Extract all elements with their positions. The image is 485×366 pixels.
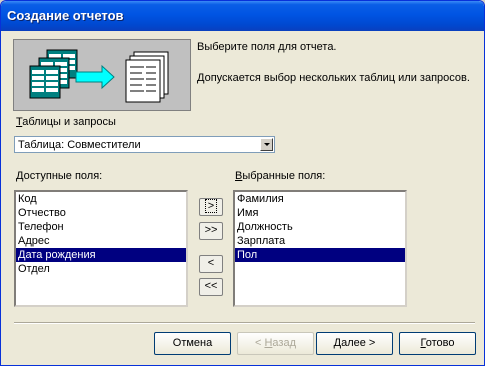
footer-separator: [14, 322, 475, 324]
intro-text-1: Выберите поля для отчета.: [197, 41, 337, 53]
add-field-button[interactable]: >: [199, 198, 223, 216]
list-item[interactable]: Фамилия: [235, 192, 405, 206]
source-combobox[interactable]: Таблица: Совместители: [14, 136, 275, 153]
intro-text-2: Допускается выбор нескольких таблиц или …: [197, 72, 470, 84]
source-combobox-value: Таблица: Совместители: [18, 139, 141, 151]
source-label: Таблицы и запросы: [16, 116, 116, 128]
wizard-body: Выберите поля для отчета. Допускается вы…: [4, 31, 481, 362]
list-item[interactable]: Телефон: [16, 220, 186, 234]
list-item[interactable]: Пол: [235, 248, 405, 262]
remove-field-button[interactable]: <: [199, 255, 223, 273]
tables-to-report-icon: [29, 49, 169, 103]
selected-fields-list[interactable]: Фамилия Имя Должность Зарплата Пол: [233, 190, 407, 307]
available-fields-list[interactable]: Код Отчество Телефон Адрес Дата рождения Отде…: [14, 190, 188, 307]
list-item[interactable]: Должность: [235, 220, 405, 234]
wizard-illustration: [13, 39, 191, 111]
chevron-down-icon[interactable]: [260, 138, 273, 151]
list-item[interactable]: Отчество: [16, 206, 186, 220]
list-item[interactable]: Зарплата: [235, 234, 405, 248]
selected-fields-label: Выбранные поля:: [235, 170, 326, 182]
list-item[interactable]: Код: [16, 192, 186, 206]
wizard-window: Создание отчетов Выберите поля для отчет…: [0, 0, 485, 366]
title-bar[interactable]: Создание отчетов: [1, 1, 484, 31]
list-item[interactable]: Адрес: [16, 234, 186, 248]
remove-all-fields-button[interactable]: <<: [199, 278, 223, 296]
add-all-fields-button[interactable]: >>: [199, 222, 223, 240]
list-item[interactable]: Дата рождения: [16, 248, 186, 262]
next-button[interactable]: Далее >: [316, 332, 393, 355]
list-item[interactable]: Отдел: [16, 262, 186, 276]
list-item[interactable]: Имя: [235, 206, 405, 220]
back-button[interactable]: < Назад: [237, 332, 314, 355]
finish-button[interactable]: Готово: [399, 332, 476, 355]
cancel-button[interactable]: Отмена: [154, 332, 231, 355]
window-title: Создание отчетов: [7, 8, 124, 23]
available-fields-label: Доступные поля:: [16, 170, 103, 182]
